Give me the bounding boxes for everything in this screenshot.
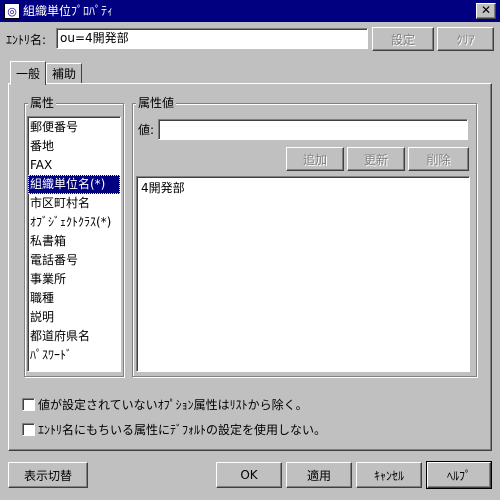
tab-general[interactable]: 一般 — [10, 61, 46, 85]
attribute-values-group-title: 属性値 — [136, 96, 177, 110]
tab-auxiliary[interactable]: 補助 — [46, 63, 82, 83]
set-button[interactable]: 設定 — [372, 27, 434, 51]
attribute-list-item[interactable]: 郵便番号 — [28, 118, 120, 137]
exclude-unset-label[interactable]: 値が設定されていないｵﾌﾟｼｮﾝ属性はﾘｽﾄから除く。 — [38, 397, 308, 413]
entry-name-label: ｴﾝﾄﾘ名: — [6, 33, 47, 47]
attribute-list-item[interactable]: 市区町村名 — [28, 194, 120, 213]
attribute-list-item[interactable]: 事業所 — [28, 270, 120, 289]
attribute-list-item[interactable]: FAX — [28, 156, 120, 175]
attribute-list-item[interactable]: 組織単位名(*) — [28, 175, 120, 194]
attributes-group-title: 属性 — [28, 96, 57, 110]
cancel-button[interactable]: ｷｬﾝｾﾙ — [356, 462, 422, 488]
values-list[interactable]: 4開発部 — [136, 176, 470, 372]
app-icon: ◎ — [4, 3, 20, 19]
update-button[interactable]: 更新 — [347, 147, 405, 171]
title-bar[interactable]: ◎ 組織単位ﾌﾟﾛﾊﾟﾃｨ ✕ — [0, 0, 500, 22]
value-list-item[interactable]: 4開発部 — [139, 179, 469, 197]
exclude-unset-checkbox[interactable] — [22, 398, 35, 411]
attribute-list-item[interactable]: 番地 — [28, 137, 120, 156]
toggle-view-button[interactable]: 表示切替 — [8, 462, 88, 488]
ok-button[interactable]: OK — [216, 462, 282, 488]
add-button[interactable]: 追加 — [286, 147, 344, 171]
attribute-list-item[interactable]: 電話番号 — [28, 251, 120, 270]
attribute-list-item[interactable]: ｵﾌﾞｼﾞｪｸﾄｸﾗｽ(*) — [28, 213, 120, 232]
value-label: 値: — [138, 123, 155, 137]
attributes-list[interactable]: 郵便番号 番地 FAX 組織単位名(*) 市区町村名 ｵﾌﾞｼﾞｪｸﾄｸﾗｽ(*) 私書箱電… — [27, 116, 121, 372]
attribute-list-item[interactable]: 説明 — [28, 308, 120, 327]
attribute-list-item[interactable]: 都道府県名 — [28, 327, 120, 346]
help-button[interactable]: ﾍﾙﾌﾟ — [426, 461, 492, 489]
attribute-list-item[interactable]: 職種 — [28, 289, 120, 308]
no-default-checkbox[interactable] — [22, 423, 35, 436]
clear-button[interactable]: ｸﾘｱ — [437, 27, 494, 51]
entry-name-input[interactable]: ou=4開発部 — [56, 28, 368, 49]
attribute-list-item[interactable]: 私書箱 — [28, 232, 120, 251]
attribute-list-item[interactable]: ﾊﾟｽﾜｰﾄﾞ — [28, 346, 120, 365]
apply-button[interactable]: 適用 — [286, 462, 352, 488]
no-default-label[interactable]: ｴﾝﾄﾘ名にもちいる属性にﾃﾞﾌｫﾙﾄの設定を使用しない。 — [38, 422, 326, 438]
value-input[interactable] — [158, 119, 468, 140]
close-button[interactable]: ✕ — [476, 3, 496, 19]
active-tab-joint — [11, 83, 45, 85]
window-title: 組織単位ﾌﾟﾛﾊﾟﾃｨ — [23, 4, 114, 18]
delete-button[interactable]: 削除 — [408, 147, 469, 171]
